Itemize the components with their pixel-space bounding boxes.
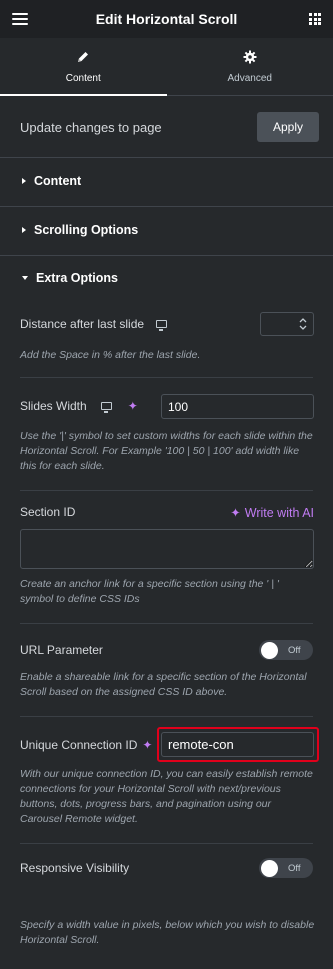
ai-sparkle-icon: ✦: [230, 506, 241, 520]
unique-connection-label: Unique Connection ID: [20, 738, 138, 752]
ai-sparkle-icon[interactable]: ✦: [142, 738, 152, 752]
section-id-description: Create an anchor link for a specific sec…: [20, 578, 279, 605]
apply-button[interactable]: Apply: [257, 112, 319, 142]
toggle-state-label: Off: [288, 644, 301, 656]
toggle-state-label: Off: [288, 862, 301, 874]
responsive-visibility-label: Responsive Visibility: [20, 861, 130, 875]
slides-width-label: Slides Width: [20, 399, 87, 413]
distance-number-input[interactable]: [260, 312, 314, 336]
url-parameter-description: Enable a shareable link for a specific s…: [20, 671, 307, 698]
section-id-label: Section ID: [20, 505, 76, 519]
section-id-textarea[interactable]: [20, 529, 314, 569]
write-with-ai-button[interactable]: ✦ Write with AI: [230, 505, 314, 521]
section-extra-options[interactable]: Extra Options: [22, 271, 118, 285]
url-parameter-toggle[interactable]: Off: [259, 640, 313, 660]
toggle-knob: [261, 859, 278, 877]
gear-icon: [243, 50, 257, 63]
panel-header: Edit Horizontal Scroll: [0, 0, 333, 38]
panel-tabs: Content Advanced: [0, 38, 333, 96]
section-content[interactable]: Content: [22, 174, 81, 188]
section-content-label: Content: [34, 174, 82, 188]
hamburger-menu-icon[interactable]: [12, 13, 28, 25]
responsive-visibility-toggle[interactable]: Off: [259, 858, 313, 878]
section-scrolling-options[interactable]: Scrolling Options: [22, 223, 138, 237]
section-extra-label: Extra Options: [36, 271, 118, 285]
section-scrolling-label: Scrolling Options: [34, 223, 139, 237]
stepper-icon[interactable]: [299, 317, 307, 331]
tab-content[interactable]: Content: [0, 38, 167, 96]
caret-right-icon: [22, 178, 26, 184]
slides-width-input[interactable]: [161, 394, 314, 419]
slides-width-control: Slides Width ✦: [20, 399, 138, 413]
panel-title: Edit Horizontal Scroll: [95, 11, 238, 27]
ai-sparkle-icon[interactable]: ✦: [128, 399, 138, 413]
caret-down-icon: [22, 276, 28, 280]
pencil-icon: [78, 51, 89, 62]
distance-description: Add the Space in % after the last slide.: [20, 349, 201, 361]
url-parameter-label: URL Parameter: [20, 643, 103, 657]
caret-right-icon: [22, 227, 26, 233]
toggle-knob: [261, 641, 278, 659]
distance-control: Distance after last slide: [20, 317, 168, 331]
desktop-icon[interactable]: [156, 320, 168, 331]
distance-label: Distance after last slide: [20, 317, 145, 331]
widgets-grid-icon[interactable]: [309, 13, 321, 25]
tab-advanced[interactable]: Advanced: [167, 38, 333, 95]
write-with-ai-label: Write with AI: [244, 505, 314, 520]
slides-width-description: Use the '|' symbol to set custom widths …: [20, 430, 313, 472]
unique-connection-description: With our unique connection ID, you can e…: [20, 768, 313, 825]
apply-button-label: Apply: [272, 120, 304, 134]
unique-connection-input[interactable]: [161, 732, 314, 757]
desktop-icon[interactable]: [100, 402, 112, 413]
unique-connection-control: Unique Connection ID ✦: [20, 738, 152, 752]
responsive-visibility-description: Specify a width value in pixels, below w…: [20, 919, 315, 946]
tab-content-label: Content: [65, 72, 101, 84]
tab-advanced-label: Advanced: [227, 72, 272, 84]
update-changes-text: Update changes to page: [20, 120, 162, 135]
